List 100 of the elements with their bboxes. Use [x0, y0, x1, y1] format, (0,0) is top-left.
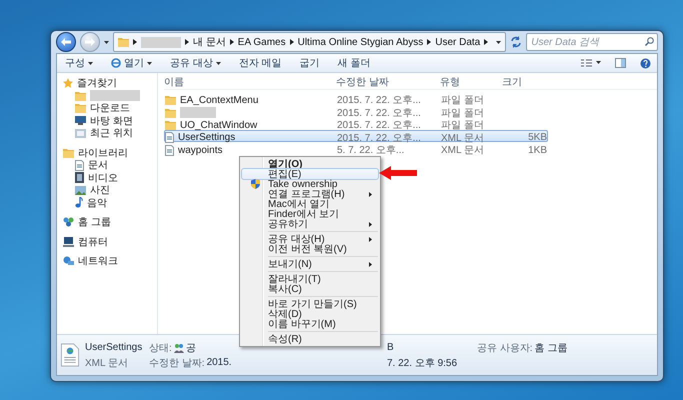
- redacted-block: [141, 36, 181, 48]
- type-cell-text: 파일 폴더: [441, 106, 485, 120]
- sidebar-item[interactable]: 다운로드: [63, 102, 157, 114]
- size-cell-text: 1KB: [527, 144, 547, 156]
- chevron-icon: [185, 39, 189, 45]
- library-icon: [63, 148, 74, 158]
- chevron-icon: [484, 39, 488, 45]
- menu-item[interactable]: 편집(E): [242, 169, 378, 179]
- forward-arrow-icon: [85, 38, 95, 46]
- toolbar-button[interactable]: 구성: [63, 56, 95, 70]
- file-row[interactable]: 2015. 7. 22. 오후... 파일 폴더: [164, 104, 548, 117]
- sidebar-item[interactable]: 사진: [63, 184, 157, 196]
- folder-icon: [118, 37, 129, 47]
- menu-item[interactable]: 공유 대상(H): [242, 234, 378, 244]
- search-field[interactable]: User Data 검색: [526, 33, 658, 51]
- xml-file-icon: [61, 343, 79, 367]
- caret-icon: [88, 62, 93, 64]
- menu-item[interactable]: 공유하기: [242, 219, 378, 229]
- sidebar-item[interactable]: 홈 그룹: [63, 216, 157, 228]
- file-row[interactable]: UO_ChatWindow 2015. 7. 22. 오후... 파일 폴더: [164, 117, 548, 130]
- sidebar-item[interactable]: 문서: [63, 159, 157, 172]
- size-cell-text: 5KB: [527, 132, 547, 143]
- file-name: EA_ContextMenu: [180, 94, 258, 106]
- shared-with-value: 홈 그룹: [534, 342, 568, 354]
- date-cell-text: 2015. 7. 22. 오후...: [337, 132, 422, 144]
- menu-item[interactable]: 보내기(N): [242, 259, 378, 269]
- sidebar-item[interactable]: 네트워크: [63, 255, 157, 268]
- breadcrumb-link[interactable]: EA Games: [238, 36, 286, 48]
- type-cell-text: 파일 폴더: [441, 94, 485, 107]
- file-name: waypoints: [178, 144, 222, 156]
- submenu-arrow-icon: [369, 236, 372, 242]
- column-header[interactable]: 유형: [440, 75, 502, 89]
- chevron-icon: [427, 39, 432, 45]
- toolbar-button[interactable]: 공유 대상: [168, 56, 223, 70]
- browser-icon: [111, 58, 121, 68]
- file-row[interactable]: waypoints 5. 7. 22. 오후... XML 문서 1KB: [164, 142, 548, 154]
- film-icon: [75, 172, 84, 184]
- downloads-icon: [75, 103, 86, 114]
- help-button[interactable]: [640, 58, 652, 68]
- breadcrumb-link[interactable]: Ultima Online Stygian Abyss: [298, 36, 424, 48]
- picture-icon: [75, 186, 86, 195]
- file-name: UserSettings: [178, 132, 236, 143]
- column-header[interactable]: 이름: [164, 75, 336, 89]
- address-bar[interactable]: 내 문서 EA Games Ultima Online Stygian Abyss User Data: [113, 32, 506, 52]
- type-cell-text: 파일 폴더: [441, 119, 485, 132]
- sidebar-item[interactable]: 라이브러리: [63, 146, 157, 159]
- view-options-button[interactable]: [581, 59, 602, 67]
- sidebar-item[interactable]: 바탕 화면: [63, 114, 157, 127]
- file-row[interactable]: UserSettings 2015. 7. 22. 오후... XML 문서 5KB: [164, 130, 548, 142]
- search-icon: [645, 37, 654, 46]
- toolbar-button[interactable]: 굽기: [298, 56, 322, 70]
- refresh-button[interactable]: [510, 36, 522, 48]
- file-type: XML 문서: [85, 356, 128, 370]
- star-icon: [63, 78, 73, 88]
- breadcrumb-link[interactable]: 내 문서: [193, 35, 226, 49]
- column-header[interactable]: 크기: [502, 75, 546, 89]
- sidebar-item[interactable]: 최근 위치: [63, 127, 157, 140]
- folder-icon: [165, 95, 176, 105]
- modified-label: 수정한 날짜:: [149, 356, 205, 370]
- file-row[interactable]: EA_ContextMenu 2015. 7. 22. 오후... 파일 폴더: [164, 92, 548, 104]
- toolbar-button[interactable]: 새 폴더: [336, 56, 372, 70]
- type-cell-text: XML 문서: [441, 132, 485, 144]
- breadcrumb-link[interactable]: User Data: [435, 36, 480, 48]
- preview-pane-button[interactable]: [615, 58, 626, 68]
- toolbar-button[interactable]: 열기: [109, 56, 154, 70]
- menu-item[interactable]: 연결 프로그램(H): [242, 189, 378, 199]
- menu-item[interactable]: 이전 버전 복원(V): [242, 244, 378, 254]
- computer-icon: [63, 236, 74, 247]
- menu-item[interactable]: Finder에서 보기: [242, 209, 378, 219]
- folder-icon: [75, 90, 86, 101]
- menu-item[interactable]: 복사(C): [242, 284, 378, 294]
- sidebar-item[interactable]: 컴퓨터: [63, 236, 157, 248]
- menu-item[interactable]: 잘라내기(T): [242, 274, 378, 284]
- pointer-arrow: [379, 166, 417, 180]
- file-name: UserSettings: [85, 342, 142, 353]
- toolbar-button[interactable]: 전자 메일: [236, 56, 284, 70]
- redacted-block: [90, 90, 140, 102]
- history-dropdown-button[interactable]: [104, 40, 109, 44]
- shared-with-label: 공유 사용자:: [477, 342, 533, 354]
- sidebar-item[interactable]: 음악: [63, 196, 157, 209]
- date-cell-text: 5. 7. 22. 오후...: [337, 144, 406, 157]
- status-value-fragment: B: [387, 342, 394, 353]
- modified-value-fragment: 7. 22. 오후 9:56: [387, 356, 458, 370]
- document-icon: [75, 160, 84, 171]
- menu-item[interactable]: 이름 바꾸기(M): [242, 319, 378, 329]
- network-icon: [63, 256, 74, 266]
- homegroup-icon: [63, 217, 74, 228]
- sidebar-item[interactable]: 즐겨찾기: [63, 77, 157, 90]
- back-button[interactable]: [56, 32, 76, 52]
- column-header[interactable]: 수정한 날짜: [336, 75, 440, 89]
- menu-item[interactable]: Mac에서 열기: [242, 199, 378, 209]
- menu-item[interactable]: Take ownership: [242, 179, 378, 189]
- folder-icon: [165, 108, 176, 118]
- submenu-arrow-icon: [369, 262, 372, 266]
- menu-item[interactable]: 삭제(D): [242, 309, 378, 319]
- menu-item[interactable]: 속성(R): [242, 334, 378, 344]
- caret-icon: [216, 62, 221, 64]
- back-arrow-icon: [61, 38, 71, 46]
- menu-item[interactable]: 바로 가기 만들기(S): [242, 299, 378, 309]
- sidebar-item[interactable]: 비디오: [63, 172, 157, 184]
